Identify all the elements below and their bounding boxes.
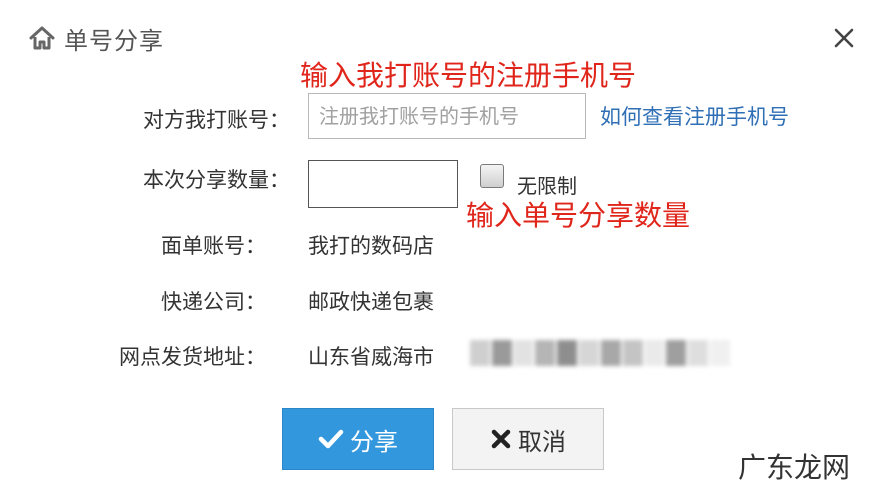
x-icon xyxy=(490,428,512,450)
checkmark-icon xyxy=(318,428,344,450)
annotation-phone-hint: 输入我打账号的注册手机号 xyxy=(300,59,637,92)
cancel-button[interactable]: 取消 xyxy=(452,408,604,470)
share-button[interactable]: 分享 xyxy=(282,408,434,470)
close-button[interactable] xyxy=(830,24,858,52)
address-value: 山东省威海市 xyxy=(308,345,434,369)
cancel-button-label: 取消 xyxy=(518,427,566,456)
quantity-input[interactable] xyxy=(308,160,458,208)
close-icon xyxy=(834,28,854,48)
phone-input[interactable] xyxy=(308,93,586,139)
address-redacted xyxy=(470,340,730,366)
annotation-quantity-hint: 输入单号分享数量 xyxy=(466,199,691,232)
help-link-phone[interactable]: 如何查看注册手机号 xyxy=(600,101,789,131)
waybill-account-value: 我打的数码店 xyxy=(308,234,434,258)
waybill-account-label: 面单账号： xyxy=(161,234,266,258)
phone-label: 对方我打账号： xyxy=(143,108,290,132)
share-button-label: 分享 xyxy=(350,427,398,456)
quantity-label: 本次分享数量： xyxy=(143,168,290,192)
title-bar: 单号分享 xyxy=(28,22,164,55)
courier-value: 邮政快递包裹 xyxy=(308,290,434,314)
dialog-title: 单号分享 xyxy=(64,26,164,55)
unlimited-checkbox[interactable] xyxy=(480,164,504,188)
watermark: 广东龙网 xyxy=(737,451,850,484)
home-icon xyxy=(28,24,58,52)
share-dialog: 单号分享 输入我打账号的注册手机号 对方我打账号： 如何查看注册手机号 本次分享… xyxy=(0,0,886,494)
courier-label: 快递公司： xyxy=(161,290,266,314)
address-label: 网点发货地址： xyxy=(119,345,266,369)
